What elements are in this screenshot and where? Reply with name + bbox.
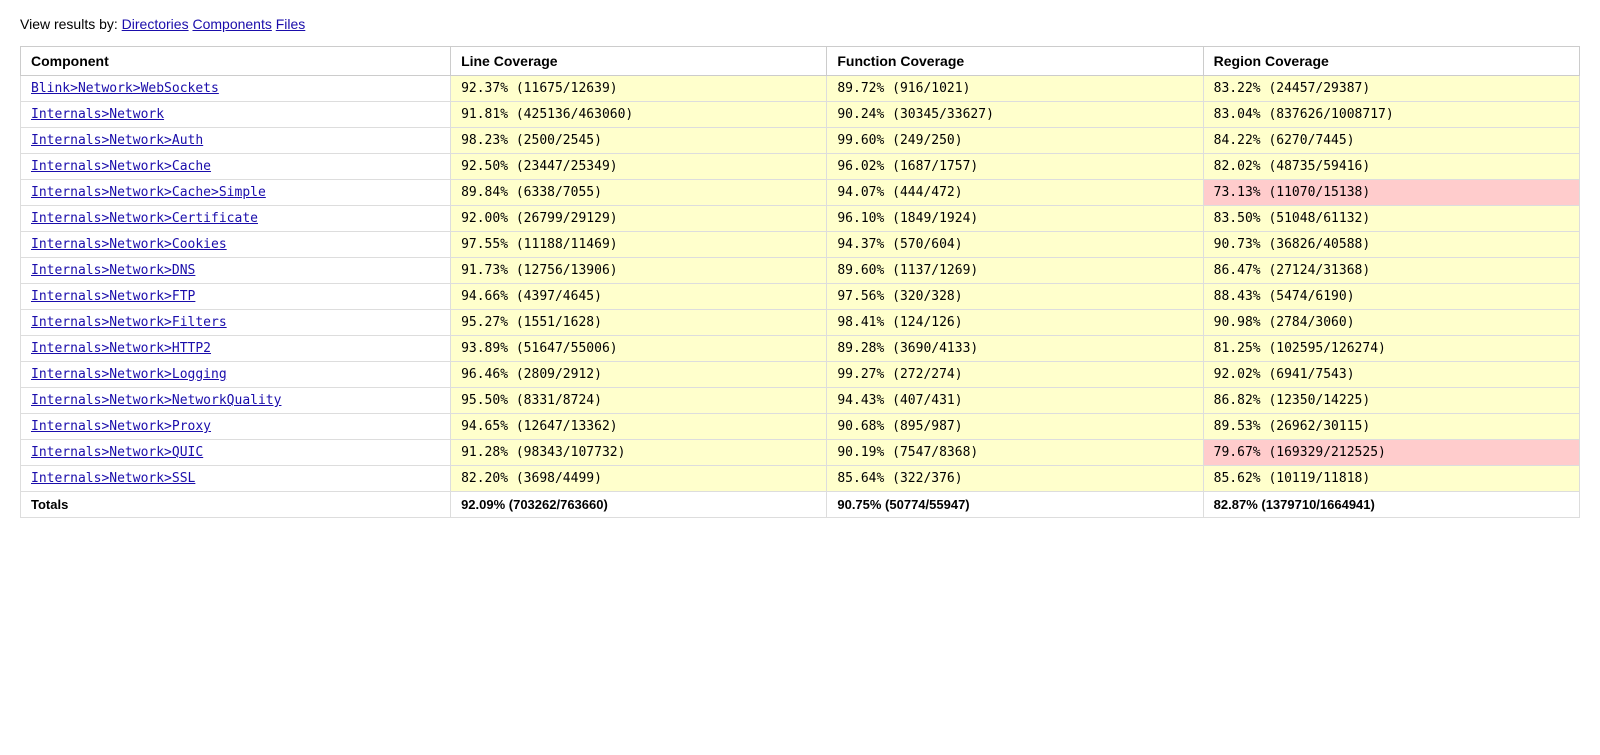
line-coverage-cell: 91.81% (425136/463060) xyxy=(451,102,827,128)
function-coverage-cell: 89.28% (3690/4133) xyxy=(827,336,1203,362)
function-coverage-cell: 89.72% (916/1021) xyxy=(827,76,1203,102)
function-coverage-cell: 98.41% (124/126) xyxy=(827,310,1203,336)
header-component: Component xyxy=(21,47,451,76)
region-coverage-cell: 83.50% (51048/61132) xyxy=(1203,206,1579,232)
line-coverage-cell: 89.84% (6338/7055) xyxy=(451,180,827,206)
line-coverage-cell: 92.00% (26799/29129) xyxy=(451,206,827,232)
function-coverage-cell: 90.68% (895/987) xyxy=(827,414,1203,440)
line-coverage-cell: 98.23% (2500/2545) xyxy=(451,128,827,154)
function-coverage-cell: 94.37% (570/604) xyxy=(827,232,1203,258)
region-coverage-cell: 83.04% (837626/1008717) xyxy=(1203,102,1579,128)
component-link[interactable]: Internals>Network>DNS xyxy=(31,263,195,278)
component-link[interactable]: Internals>Network xyxy=(31,107,164,122)
component-link[interactable]: Internals>Network>SSL xyxy=(31,471,195,486)
region-coverage-cell: 88.43% (5474/6190) xyxy=(1203,284,1579,310)
view-results-bar: View results by: Directories Components … xyxy=(20,16,1580,32)
table-row: Internals>Network>Logging 96.46% (2809/29… xyxy=(21,362,1580,388)
region-coverage-cell: 86.82% (12350/14225) xyxy=(1203,388,1579,414)
table-row: Internals>Network>Cache 92.50% (23447/253… xyxy=(21,154,1580,180)
component-link[interactable]: Internals>Network>NetworkQuality xyxy=(31,393,281,408)
table-row: Internals>Network>FTP 94.66% (4397/4645)9… xyxy=(21,284,1580,310)
component-link[interactable]: Internals>Network>Cache>Simple xyxy=(31,185,266,200)
line-coverage-cell: 92.50% (23447/25349) xyxy=(451,154,827,180)
line-coverage-cell: 91.28% (98343/107732) xyxy=(451,440,827,466)
component-link[interactable]: Internals>Network>HTTP2 xyxy=(31,341,211,356)
function-coverage-cell: 99.27% (272/274) xyxy=(827,362,1203,388)
component-link[interactable]: Internals>Network>Filters xyxy=(31,315,227,330)
function-coverage-cell: 96.10% (1849/1924) xyxy=(827,206,1203,232)
line-coverage-cell: 95.27% (1551/1628) xyxy=(451,310,827,336)
header-line-coverage: Line Coverage xyxy=(451,47,827,76)
coverage-table: Component Line Coverage Function Coverag… xyxy=(20,46,1580,518)
region-coverage-cell: 81.25% (102595/126274) xyxy=(1203,336,1579,362)
totals-function-coverage-cell: 90.75% (50774/55947) xyxy=(827,492,1203,518)
totals-component-cell: Totals xyxy=(21,492,451,518)
line-coverage-cell: 92.37% (11675/12639) xyxy=(451,76,827,102)
line-coverage-cell: 95.50% (8331/8724) xyxy=(451,388,827,414)
component-link[interactable]: Internals>Network>Logging xyxy=(31,367,227,382)
view-results-label: View results by: xyxy=(20,16,118,32)
table-row: Blink>Network>WebSockets 92.37% (11675/12… xyxy=(21,76,1580,102)
region-coverage-cell: 90.98% (2784/3060) xyxy=(1203,310,1579,336)
region-coverage-cell: 85.62% (10119/11818) xyxy=(1203,466,1579,492)
region-coverage-cell: 90.73% (36826/40588) xyxy=(1203,232,1579,258)
files-link[interactable]: Files xyxy=(276,16,306,32)
region-coverage-cell: 92.02% (6941/7543) xyxy=(1203,362,1579,388)
region-coverage-cell: 83.22% (24457/29387) xyxy=(1203,76,1579,102)
table-header-row: Component Line Coverage Function Coverag… xyxy=(21,47,1580,76)
region-coverage-cell: 84.22% (6270/7445) xyxy=(1203,128,1579,154)
table-row: Internals>Network>DNS 91.73% (12756/13906… xyxy=(21,258,1580,284)
line-coverage-cell: 94.66% (4397/4645) xyxy=(451,284,827,310)
region-coverage-cell: 73.13% (11070/15138) xyxy=(1203,180,1579,206)
table-row: Internals>Network>Filters 95.27% (1551/16… xyxy=(21,310,1580,336)
line-coverage-cell: 82.20% (3698/4499) xyxy=(451,466,827,492)
directories-link[interactable]: Directories xyxy=(122,16,189,32)
function-coverage-cell: 99.60% (249/250) xyxy=(827,128,1203,154)
table-row: Internals>Network>Cache>Simple 89.84% (63… xyxy=(21,180,1580,206)
region-coverage-cell: 82.02% (48735/59416) xyxy=(1203,154,1579,180)
components-link[interactable]: Components xyxy=(192,16,271,32)
region-coverage-cell: 79.67% (169329/212525) xyxy=(1203,440,1579,466)
function-coverage-cell: 96.02% (1687/1757) xyxy=(827,154,1203,180)
header-function-coverage: Function Coverage xyxy=(827,47,1203,76)
function-coverage-cell: 97.56% (320/328) xyxy=(827,284,1203,310)
table-row: Internals>Network>HTTP2 93.89% (51647/550… xyxy=(21,336,1580,362)
table-row: Internals>Network>Certificate 92.00% (267… xyxy=(21,206,1580,232)
component-link[interactable]: Internals>Network>Auth xyxy=(31,133,203,148)
component-link[interactable]: Blink>Network>WebSockets xyxy=(31,81,219,96)
component-link[interactable]: Internals>Network>Cookies xyxy=(31,237,227,252)
component-link[interactable]: Internals>Network>QUIC xyxy=(31,445,203,460)
function-coverage-cell: 94.43% (407/431) xyxy=(827,388,1203,414)
component-link[interactable]: Internals>Network>Certificate xyxy=(31,211,258,226)
component-link[interactable]: Internals>Network>FTP xyxy=(31,289,195,304)
totals-row: Totals92.09% (703262/763660)90.75% (5077… xyxy=(21,492,1580,518)
component-link[interactable]: Internals>Network>Proxy xyxy=(31,419,211,434)
function-coverage-cell: 94.07% (444/472) xyxy=(827,180,1203,206)
totals-region-coverage-cell: 82.87% (1379710/1664941) xyxy=(1203,492,1579,518)
table-row: Internals>Network>Proxy 94.65% (12647/133… xyxy=(21,414,1580,440)
function-coverage-cell: 89.60% (1137/1269) xyxy=(827,258,1203,284)
table-row: Internals>Network>SSL82.20% (3698/4499)8… xyxy=(21,466,1580,492)
component-link[interactable]: Internals>Network>Cache xyxy=(31,159,211,174)
table-row: Internals>Network 91.81% (425136/463060)9… xyxy=(21,102,1580,128)
function-coverage-cell: 90.24% (30345/33627) xyxy=(827,102,1203,128)
line-coverage-cell: 97.55% (11188/11469) xyxy=(451,232,827,258)
line-coverage-cell: 93.89% (51647/55006) xyxy=(451,336,827,362)
table-row: Internals>Network>Auth 98.23% (2500/2545)… xyxy=(21,128,1580,154)
totals-line-coverage-cell: 92.09% (703262/763660) xyxy=(451,492,827,518)
line-coverage-cell: 96.46% (2809/2912) xyxy=(451,362,827,388)
region-coverage-cell: 86.47% (27124/31368) xyxy=(1203,258,1579,284)
table-row: Internals>Network>NetworkQuality 95.50% (… xyxy=(21,388,1580,414)
line-coverage-cell: 91.73% (12756/13906) xyxy=(451,258,827,284)
function-coverage-cell: 90.19% (7547/8368) xyxy=(827,440,1203,466)
table-row: Internals>Network>QUIC 91.28% (98343/1077… xyxy=(21,440,1580,466)
table-row: Internals>Network>Cookies 97.55% (11188/1… xyxy=(21,232,1580,258)
region-coverage-cell: 89.53% (26962/30115) xyxy=(1203,414,1579,440)
header-region-coverage: Region Coverage xyxy=(1203,47,1579,76)
line-coverage-cell: 94.65% (12647/13362) xyxy=(451,414,827,440)
function-coverage-cell: 85.64% (322/376) xyxy=(827,466,1203,492)
